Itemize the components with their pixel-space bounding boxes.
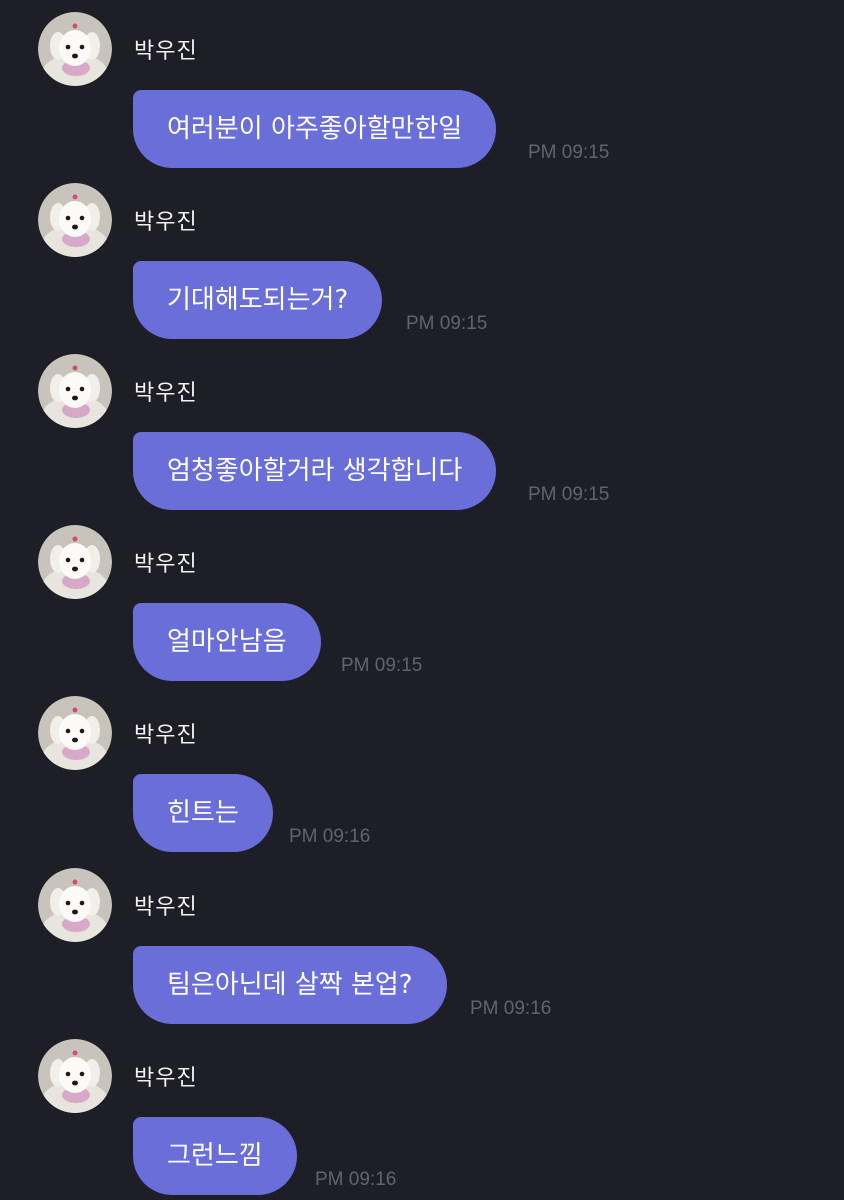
sender-name: 박우진 <box>134 39 198 64</box>
message-bubble[interactable]: 팀은아닌데 살짝 본업? <box>133 946 447 1024</box>
message-timestamp: PM 09:16 <box>315 1169 397 1190</box>
message-bubble[interactable]: 그런느낌 <box>133 1117 297 1195</box>
chat-message: 박우진 얼마안남음 PM 09:15 <box>0 513 844 684</box>
sender-name: 박우진 <box>134 552 198 577</box>
message-timestamp: PM 09:16 <box>289 826 371 847</box>
chat-message: 박우진 그런느낌 PM 09:16 <box>0 1027 844 1198</box>
message-bubble[interactable]: 여러분이 아주좋아할만한일 <box>133 90 497 168</box>
chat-message: 박우진 팀은아닌데 살짝 본업? PM 09:16 <box>0 856 844 1027</box>
chat-message-list: 박우진 여러분이 아주좋아할만한일 PM 09:15 박우진 기대해도되는거? … <box>0 0 844 1200</box>
message-timestamp: PM 09:15 <box>528 142 610 163</box>
sender-name: 박우진 <box>134 895 198 920</box>
avatar-puppy-icon[interactable] <box>38 525 112 599</box>
avatar-puppy-icon[interactable] <box>38 696 112 770</box>
message-bubble[interactable]: 엄청좋아할거라 생각합니다 <box>133 432 497 510</box>
message-timestamp: PM 09:15 <box>528 484 610 505</box>
message-bubble[interactable]: 힌트는 <box>133 774 273 852</box>
message-timestamp: PM 09:15 <box>406 313 488 334</box>
chat-message: 박우진 힌트는 PM 09:16 <box>0 684 844 855</box>
message-timestamp: PM 09:16 <box>470 998 552 1019</box>
avatar-puppy-icon[interactable] <box>38 183 112 257</box>
sender-name: 박우진 <box>134 723 198 748</box>
sender-name: 박우진 <box>134 210 198 235</box>
sender-name: 박우진 <box>134 381 198 406</box>
message-bubble[interactable]: 얼마안남음 <box>133 603 321 681</box>
chat-message: 박우진 여러분이 아주좋아할만한일 PM 09:15 <box>0 0 844 171</box>
avatar-puppy-icon[interactable] <box>38 1039 112 1113</box>
avatar-puppy-icon[interactable] <box>38 354 112 428</box>
avatar-puppy-icon[interactable] <box>38 12 112 86</box>
message-bubble[interactable]: 기대해도되는거? <box>133 261 383 339</box>
avatar-puppy-icon[interactable] <box>38 868 112 942</box>
chat-message: 박우진 엄청좋아할거라 생각합니다 PM 09:15 <box>0 342 844 513</box>
message-timestamp: PM 09:15 <box>341 655 423 676</box>
sender-name: 박우진 <box>134 1066 198 1091</box>
chat-message: 박우진 기대해도되는거? PM 09:15 <box>0 171 844 342</box>
